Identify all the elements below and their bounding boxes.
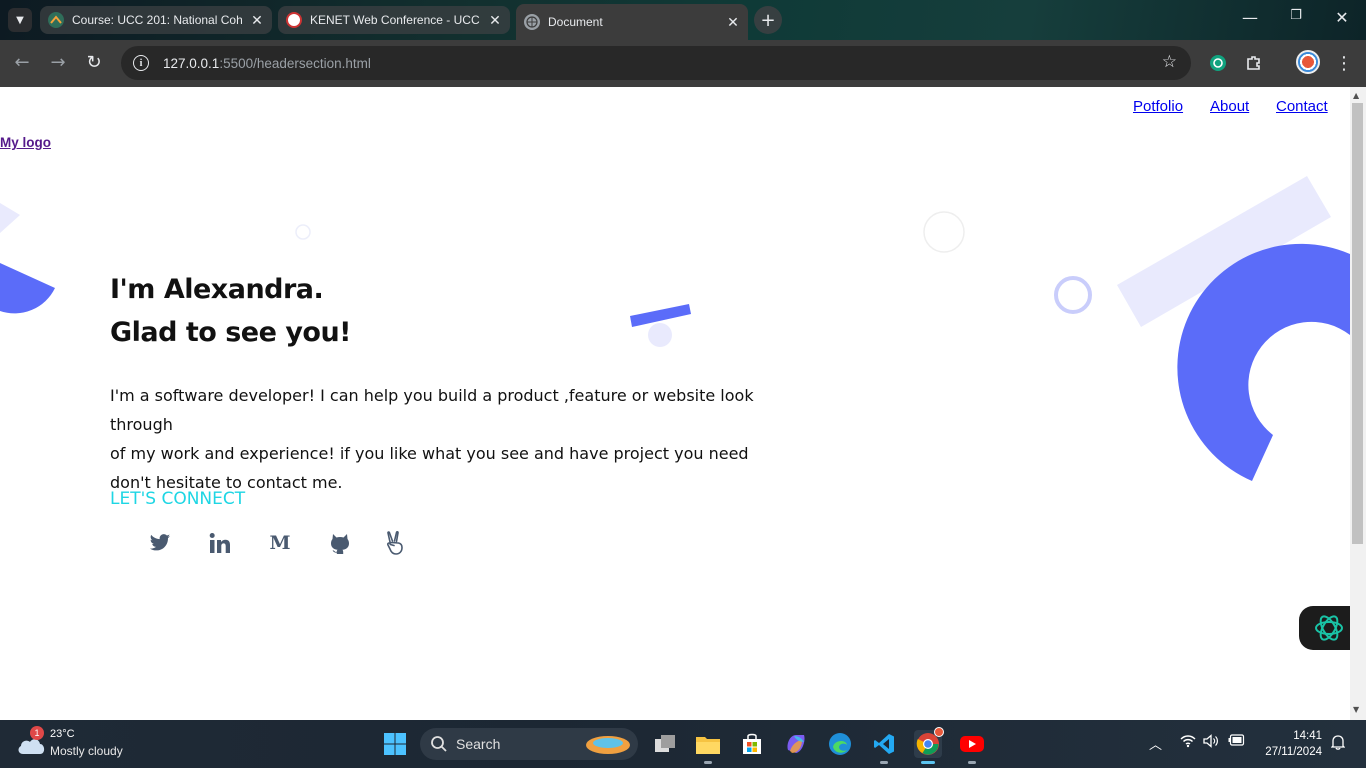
- browser-tab-kenet[interactable]: KENET Web Conference - UCC ✕: [278, 6, 510, 34]
- battery-icon[interactable]: [1228, 734, 1246, 750]
- windows-taskbar: 1 23°C Mostly cloudy Search ︿ 14:41 27/1…: [0, 720, 1366, 768]
- weather-notification-badge: 1: [30, 726, 44, 740]
- youtube-icon[interactable]: [958, 730, 986, 764]
- back-button[interactable]: ←: [10, 52, 34, 73]
- moodle-favicon-icon: [48, 12, 64, 28]
- deco-tiny-circle: [295, 224, 311, 240]
- hero-heading-line1: I'm Alexandra.: [110, 274, 324, 305]
- active-indicator: [921, 761, 935, 764]
- kenet-favicon-icon: [286, 12, 302, 28]
- lets-connect-heading: LET'S CONNECT: [110, 489, 246, 509]
- linkedin-icon[interactable]: [207, 530, 233, 556]
- site-info-icon[interactable]: i: [133, 55, 149, 71]
- search-highlight-icon: [586, 736, 630, 754]
- file-explorer-icon[interactable]: [694, 730, 722, 764]
- running-indicator: [880, 761, 888, 764]
- close-window-button[interactable]: ✕: [1330, 8, 1354, 27]
- chatbot-floating-button[interactable]: [1299, 606, 1350, 650]
- minimize-button[interactable]: —: [1238, 8, 1262, 27]
- start-windows-icon[interactable]: [381, 730, 409, 758]
- chrome-browser-icon[interactable]: [914, 727, 944, 764]
- volume-icon[interactable]: [1203, 734, 1219, 752]
- hero-paragraph-line: I'm a software developer! I can help you…: [110, 386, 754, 434]
- clock-date: 27/11/2024: [1265, 746, 1322, 758]
- chevron-down-icon: ▼: [16, 14, 24, 26]
- nav-link-about[interactable]: About: [1210, 98, 1249, 115]
- extensions-puzzle-icon[interactable]: [1243, 52, 1265, 74]
- weather-temperature: 23°C: [50, 728, 75, 740]
- url-path: :5500/headersection.html: [219, 55, 371, 71]
- search-icon: [431, 736, 447, 752]
- hero-paragraph: I'm a software developer! I can help you…: [110, 381, 810, 497]
- hero-paragraph-line: of my work and experience! if you like w…: [110, 444, 749, 463]
- nav-link-portfolio[interactable]: Potfolio: [1133, 98, 1183, 115]
- taskbar-clock[interactable]: 14:41 27/11/2024: [1265, 728, 1322, 760]
- url-host: 127.0.0.1: [163, 55, 220, 71]
- deco-ring: [1054, 276, 1092, 314]
- chatgpt-extension-icon[interactable]: [1207, 52, 1229, 74]
- copilot-icon[interactable]: [782, 730, 810, 758]
- tab-search-button[interactable]: ▼: [8, 8, 32, 32]
- forward-button[interactable]: →: [46, 52, 70, 73]
- wifi-icon[interactable]: [1180, 734, 1196, 752]
- nav-link-contact[interactable]: Contact: [1276, 98, 1328, 115]
- taskbar-search-box[interactable]: Search: [420, 728, 638, 760]
- deco-center-dot: [648, 323, 672, 347]
- angellist-icon[interactable]: [382, 530, 408, 556]
- url-text: 127.0.0.1:5500/headersection.html: [163, 56, 371, 71]
- profile-avatar[interactable]: [1296, 50, 1320, 74]
- tab-title: Document: [548, 15, 603, 29]
- plus-icon: +: [760, 9, 776, 31]
- new-tab-button[interactable]: +: [754, 6, 782, 34]
- bookmark-star-icon[interactable]: ☆: [1162, 52, 1177, 72]
- close-tab-icon[interactable]: ✕: [488, 12, 502, 29]
- search-label: Search: [456, 736, 501, 752]
- page-scrollbar[interactable]: ▲ ▼: [1350, 87, 1366, 720]
- hero-heading-line2: Glad to see you!: [110, 317, 352, 348]
- twitter-icon[interactable]: [147, 530, 173, 556]
- browser-tab-document[interactable]: Document ✕: [516, 4, 748, 40]
- running-indicator: [968, 761, 976, 764]
- close-tab-icon[interactable]: ✕: [250, 12, 264, 29]
- clock-time: 14:41: [1293, 730, 1322, 742]
- page-viewport: Potfolio About Contact My logo I'm Alexa…: [0, 87, 1350, 720]
- deco-outline-circle: [923, 211, 965, 253]
- task-view-icon[interactable]: [651, 730, 679, 758]
- deco-left-halfdisc: [0, 263, 55, 314]
- weather-description: Mostly cloudy: [50, 744, 123, 758]
- notifications-bell-icon[interactable]: [1330, 734, 1346, 754]
- scroll-up-arrow-icon[interactable]: ▲: [1353, 91, 1359, 100]
- scrollbar-thumb[interactable]: [1352, 103, 1363, 544]
- reload-button[interactable]: ↻: [82, 52, 106, 73]
- github-icon[interactable]: [327, 530, 353, 556]
- vscode-icon[interactable]: [870, 730, 898, 764]
- running-indicator: [704, 761, 712, 764]
- weather-widget[interactable]: 1 23°C Mostly cloudy: [0, 720, 140, 768]
- globe-icon: [524, 14, 540, 30]
- deco-left-square: [0, 203, 20, 233]
- browser-tabstrip: ▼ Course: UCC 201: National Coh ✕ KENET …: [0, 0, 1366, 40]
- microsoft-store-icon[interactable]: [738, 730, 766, 758]
- site-logo-link[interactable]: My logo: [0, 135, 51, 150]
- more-menu-icon[interactable]: ⋮: [1333, 52, 1355, 74]
- browser-toolbar: ← → ↻ i 127.0.0.1:5500/headersection.htm…: [0, 40, 1366, 87]
- tab-title: KENET Web Conference - UCC: [310, 13, 480, 27]
- show-hidden-icons-chevron-icon[interactable]: ︿: [1149, 734, 1162, 753]
- chatgpt-icon: [1315, 615, 1343, 641]
- edge-browser-icon[interactable]: [826, 730, 854, 758]
- scroll-down-arrow-icon[interactable]: ▼: [1353, 705, 1359, 714]
- chrome-profile-badge: [934, 727, 944, 737]
- address-bar[interactable]: i 127.0.0.1:5500/headersection.html ☆: [121, 46, 1191, 80]
- browser-tab-course[interactable]: Course: UCC 201: National Coh ✕: [40, 6, 272, 34]
- restore-button[interactable]: ❐: [1284, 8, 1308, 23]
- medium-icon[interactable]: M: [267, 530, 293, 556]
- close-tab-icon[interactable]: ✕: [726, 14, 740, 31]
- tab-title: Course: UCC 201: National Coh: [72, 13, 242, 27]
